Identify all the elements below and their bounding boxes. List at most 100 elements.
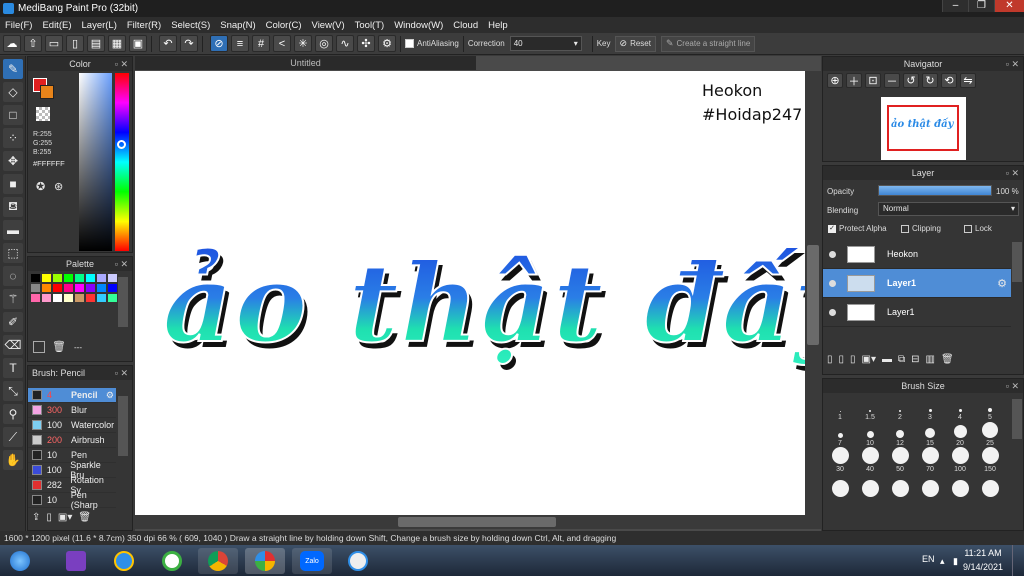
menu-snap[interactable]: Snap(N) <box>215 20 260 31</box>
taskbar-paint[interactable] <box>338 548 378 574</box>
brush-trash-icon[interactable]: 🗑 <box>78 512 91 523</box>
eraser-tool-icon[interactable]: ◇ <box>3 82 23 102</box>
menu-tool[interactable]: Tool(T) <box>350 20 390 31</box>
palette-swatch[interactable] <box>53 274 62 282</box>
add-brush-icon[interactable]: ▯ <box>46 512 52 523</box>
hue-handle[interactable] <box>117 140 126 149</box>
palette-swatch[interactable] <box>86 294 95 302</box>
brush-size-cell[interactable]: 40 <box>855 447 885 473</box>
layer-item[interactable]: Heokon <box>823 240 1011 269</box>
brush-size-cell[interactable]: 5 <box>975 395 1005 421</box>
close-icon[interactable]: ▫ ✕ <box>1006 57 1019 71</box>
layer-menu-icon[interactable]: ▣▾ <box>862 354 876 365</box>
grid-icon[interactable]: ▦ <box>108 35 126 52</box>
brush-tool-icon[interactable]: ✎ <box>3 59 23 79</box>
taskbar-chrome[interactable] <box>198 548 238 574</box>
taskbar-ie[interactable] <box>104 548 144 574</box>
dropper-tool-icon[interactable]: ⟋ <box>3 427 23 447</box>
rasterize-icon[interactable]: ▥ <box>926 354 935 365</box>
zoom-in-icon[interactable]: ＋ <box>846 73 862 88</box>
save-icon[interactable]: ▤ <box>87 35 105 52</box>
brush-upload-icon[interactable]: ⇪ <box>32 512 40 523</box>
brush-size-scrollbar[interactable] <box>1012 399 1022 439</box>
zoom-fit-icon[interactable]: ⊕ <box>827 73 843 88</box>
brush-size-cell[interactable]: 10 <box>855 421 885 447</box>
select-pen-tool-icon[interactable]: ✐ <box>3 312 23 332</box>
brush-item[interactable]: 200 Airbrush <box>28 433 116 448</box>
brush-size-cell[interactable]: 30 <box>825 447 855 473</box>
straight-line-button[interactable]: ✎ Create a straight line <box>660 35 756 52</box>
palette-swatch[interactable] <box>31 294 40 302</box>
brush-size-cell[interactable] <box>885 473 915 499</box>
palette-swatch[interactable] <box>97 294 106 302</box>
antialiasing-checkbox[interactable] <box>405 39 414 48</box>
transparent-swatch[interactable] <box>36 107 50 121</box>
start-button[interactable] <box>2 548 38 574</box>
brush-size-cell[interactable]: 70 <box>915 447 945 473</box>
canvas-tab[interactable]: Untitled <box>135 56 476 70</box>
trash-icon[interactable]: 🗑 <box>52 340 66 353</box>
transform-tool-icon[interactable]: ⤡ <box>3 381 23 401</box>
palette-swatch[interactable] <box>108 294 117 302</box>
snap-parallel-icon[interactable]: ≡ <box>231 35 249 52</box>
palette-swatch[interactable] <box>97 284 106 292</box>
hand-tool-icon[interactable]: ✋ <box>3 450 23 470</box>
brush-size-cell[interactable]: 20 <box>945 421 975 447</box>
palette-swatch[interactable] <box>108 284 117 292</box>
close-icon[interactable]: ▫ ✕ <box>1006 166 1019 180</box>
select-rect-tool-icon[interactable]: ⬚ <box>3 243 23 263</box>
fill-rect-tool-icon[interactable]: ■ <box>3 174 23 194</box>
menu-file[interactable]: File(F) <box>0 20 37 31</box>
menu-window[interactable]: Window(W) <box>389 20 448 31</box>
protect-alpha-checkbox[interactable]: ✓ <box>828 224 836 233</box>
minimize-button[interactable]: – <box>942 0 968 12</box>
lock-checkbox[interactable] <box>964 224 972 233</box>
brush-size-cell[interactable]: 25 <box>975 421 1005 447</box>
brush-size-cell[interactable]: 4 <box>945 395 975 421</box>
close-icon[interactable]: ▫ ✕ <box>115 257 128 271</box>
close-icon[interactable]: ▫ ✕ <box>115 57 128 71</box>
palette-swatch[interactable] <box>42 274 51 282</box>
palette-swatch[interactable] <box>42 284 51 292</box>
clipping-checkbox[interactable] <box>901 224 909 233</box>
tray-arrow-icon[interactable]: ▴ <box>940 556 945 567</box>
palette-swatch[interactable] <box>86 284 95 292</box>
palette-swatch[interactable] <box>75 294 84 302</box>
taskbar-medibang[interactable] <box>245 548 285 574</box>
brush-size-cell[interactable] <box>975 473 1005 499</box>
clock[interactable]: 11:21 AM 9/14/2021 <box>963 548 1003 572</box>
brush-size-cell[interactable] <box>945 473 975 499</box>
text-tool-icon[interactable]: T <box>3 358 23 378</box>
maximize-button[interactable]: ❐ <box>968 0 994 12</box>
share-icon[interactable]: ⇧ <box>24 35 42 52</box>
snap-radial-icon[interactable]: < <box>273 35 291 52</box>
palette-swatch[interactable] <box>31 284 40 292</box>
menu-edit[interactable]: Edit(E) <box>37 20 76 31</box>
palette-swatch[interactable] <box>75 284 84 292</box>
snap-grid-icon[interactable]: # <box>252 35 270 52</box>
undo-icon[interactable]: ↶ <box>159 35 177 52</box>
brush-item[interactable]: 300 Blur <box>28 403 116 418</box>
visibility-eye-icon[interactable] <box>829 250 836 258</box>
eyedropper-tool-icon[interactable]: ⚲ <box>3 404 23 424</box>
menu-filter[interactable]: Filter(R) <box>122 20 166 31</box>
taskbar-visual-studio[interactable] <box>56 548 96 574</box>
hue-slider[interactable] <box>115 73 129 251</box>
brush-menu-icon[interactable]: ▣▾ <box>58 512 72 523</box>
select-eraser-tool-icon[interactable]: ⌫ <box>3 335 23 355</box>
cloud-icon[interactable]: ☁ <box>3 35 21 52</box>
bucket-tool-icon[interactable]: ⛾ <box>3 197 23 217</box>
brush-size-cell[interactable]: 2 <box>885 395 915 421</box>
brush-item[interactable]: 10 Pen (Sharp <box>28 490 116 510</box>
export-icon[interactable]: ▣ <box>129 35 147 52</box>
menu-cloud[interactable]: Cloud <box>448 20 483 31</box>
brush-item[interactable]: 4 Pencil ⚙ <box>28 388 116 403</box>
palette-scrollbar[interactable] <box>118 277 128 327</box>
brush-size-cell[interactable]: 150 <box>975 447 1005 473</box>
color-picker-icon[interactable]: ⊛ <box>54 180 63 193</box>
brush-size-cell[interactable]: 100 <box>945 447 975 473</box>
horizontal-scroll-thumb[interactable] <box>398 517 556 527</box>
menu-color[interactable]: Color(C) <box>261 20 307 31</box>
new-8bit-layer-icon[interactable]: ▯ <box>850 354 856 365</box>
shape-tool-icon[interactable]: □ <box>3 105 23 125</box>
